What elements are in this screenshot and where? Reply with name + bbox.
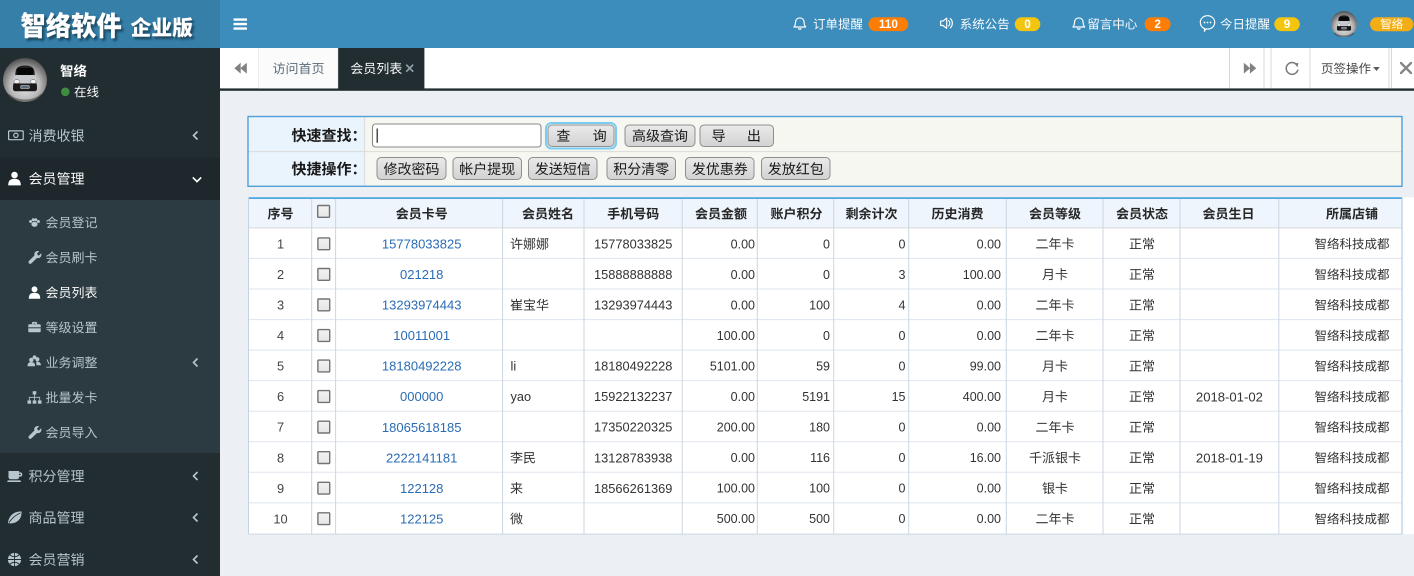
svg-text:15922132237: 15922132237 bbox=[594, 389, 672, 404]
svg-text:0: 0 bbox=[899, 451, 906, 465]
svg-text:yao: yao bbox=[511, 389, 532, 404]
svg-text:15888888888: 15888888888 bbox=[594, 267, 672, 282]
svg-text:18180492228: 18180492228 bbox=[382, 359, 462, 374]
svg-text:3: 3 bbox=[899, 268, 906, 282]
svg-text:15778033825: 15778033825 bbox=[594, 236, 672, 251]
svg-text:0.00: 0.00 bbox=[977, 298, 1001, 312]
svg-text:400.00: 400.00 bbox=[963, 390, 1001, 404]
svg-text:0.00: 0.00 bbox=[977, 512, 1001, 526]
svg-text:180: 180 bbox=[809, 421, 830, 435]
svg-text:6: 6 bbox=[277, 389, 284, 404]
svg-text:021218: 021218 bbox=[400, 267, 443, 282]
svg-text:0.00: 0.00 bbox=[731, 268, 755, 282]
svg-text:0: 0 bbox=[1024, 17, 1031, 31]
svg-text:0.00: 0.00 bbox=[977, 421, 1001, 435]
svg-text:18065618185: 18065618185 bbox=[382, 420, 462, 435]
svg-text:000000: 000000 bbox=[400, 389, 443, 404]
svg-text:1: 1 bbox=[277, 236, 284, 251]
svg-text:0: 0 bbox=[899, 329, 906, 343]
svg-text:0.00: 0.00 bbox=[977, 482, 1001, 496]
svg-text:18180492228: 18180492228 bbox=[594, 359, 672, 374]
svg-text:0: 0 bbox=[899, 482, 906, 496]
svg-text:116: 116 bbox=[810, 451, 830, 465]
svg-text:0.00: 0.00 bbox=[977, 329, 1001, 343]
svg-text:100.00: 100.00 bbox=[963, 268, 1001, 282]
svg-text:0.00: 0.00 bbox=[731, 451, 755, 465]
svg-text:500: 500 bbox=[809, 512, 830, 526]
svg-text:15: 15 bbox=[892, 390, 906, 404]
svg-text:17350220325: 17350220325 bbox=[594, 420, 672, 435]
svg-text:8: 8 bbox=[277, 450, 284, 465]
svg-text:100: 100 bbox=[809, 482, 830, 496]
svg-text:0: 0 bbox=[899, 360, 906, 374]
svg-text:10011001: 10011001 bbox=[393, 328, 450, 343]
svg-text:2018-01-19: 2018-01-19 bbox=[1196, 450, 1263, 465]
svg-text:110: 110 bbox=[879, 17, 898, 31]
svg-text:7: 7 bbox=[277, 420, 284, 435]
svg-text:0: 0 bbox=[899, 237, 906, 251]
svg-text:0: 0 bbox=[899, 512, 906, 526]
svg-text:5: 5 bbox=[277, 359, 284, 374]
svg-text:0: 0 bbox=[899, 421, 906, 435]
svg-text:500.00: 500.00 bbox=[717, 512, 755, 526]
svg-text:0: 0 bbox=[823, 329, 830, 343]
svg-text:0.00: 0.00 bbox=[731, 237, 755, 251]
svg-text:li: li bbox=[511, 359, 517, 374]
svg-text:13293974443: 13293974443 bbox=[382, 298, 462, 313]
svg-text:122125: 122125 bbox=[400, 511, 443, 526]
svg-text:4: 4 bbox=[899, 298, 906, 312]
svg-text:59: 59 bbox=[816, 360, 830, 374]
svg-text:0.00: 0.00 bbox=[731, 298, 755, 312]
svg-text:0.00: 0.00 bbox=[977, 237, 1001, 251]
svg-text:15778033825: 15778033825 bbox=[382, 237, 462, 252]
svg-text:2: 2 bbox=[1154, 17, 1161, 31]
svg-text:2018-01-02: 2018-01-02 bbox=[1196, 389, 1263, 404]
svg-text:99.00: 99.00 bbox=[970, 360, 1001, 374]
svg-text:3: 3 bbox=[277, 298, 284, 313]
svg-text:5191: 5191 bbox=[802, 390, 830, 404]
svg-text:100.00: 100.00 bbox=[717, 329, 755, 343]
svg-text:122128: 122128 bbox=[400, 481, 443, 496]
svg-text:18566261369: 18566261369 bbox=[594, 481, 672, 496]
svg-text:16.00: 16.00 bbox=[970, 451, 1001, 465]
svg-text:2: 2 bbox=[277, 267, 284, 282]
svg-text:2222141181: 2222141181 bbox=[386, 450, 457, 465]
svg-text:0: 0 bbox=[823, 268, 830, 282]
svg-text:5101.00: 5101.00 bbox=[710, 360, 755, 374]
svg-text:100: 100 bbox=[809, 298, 830, 312]
svg-text:4: 4 bbox=[277, 328, 284, 343]
svg-text:0.00: 0.00 bbox=[731, 390, 755, 404]
svg-text:13293974443: 13293974443 bbox=[594, 298, 672, 313]
svg-text:9: 9 bbox=[277, 481, 284, 496]
svg-text:0: 0 bbox=[823, 237, 830, 251]
svg-text:13128783938: 13128783938 bbox=[594, 450, 672, 465]
svg-text:200.00: 200.00 bbox=[717, 421, 755, 435]
svg-text:9: 9 bbox=[1284, 17, 1291, 31]
svg-text:100.00: 100.00 bbox=[717, 482, 755, 496]
svg-text:10: 10 bbox=[273, 511, 287, 526]
